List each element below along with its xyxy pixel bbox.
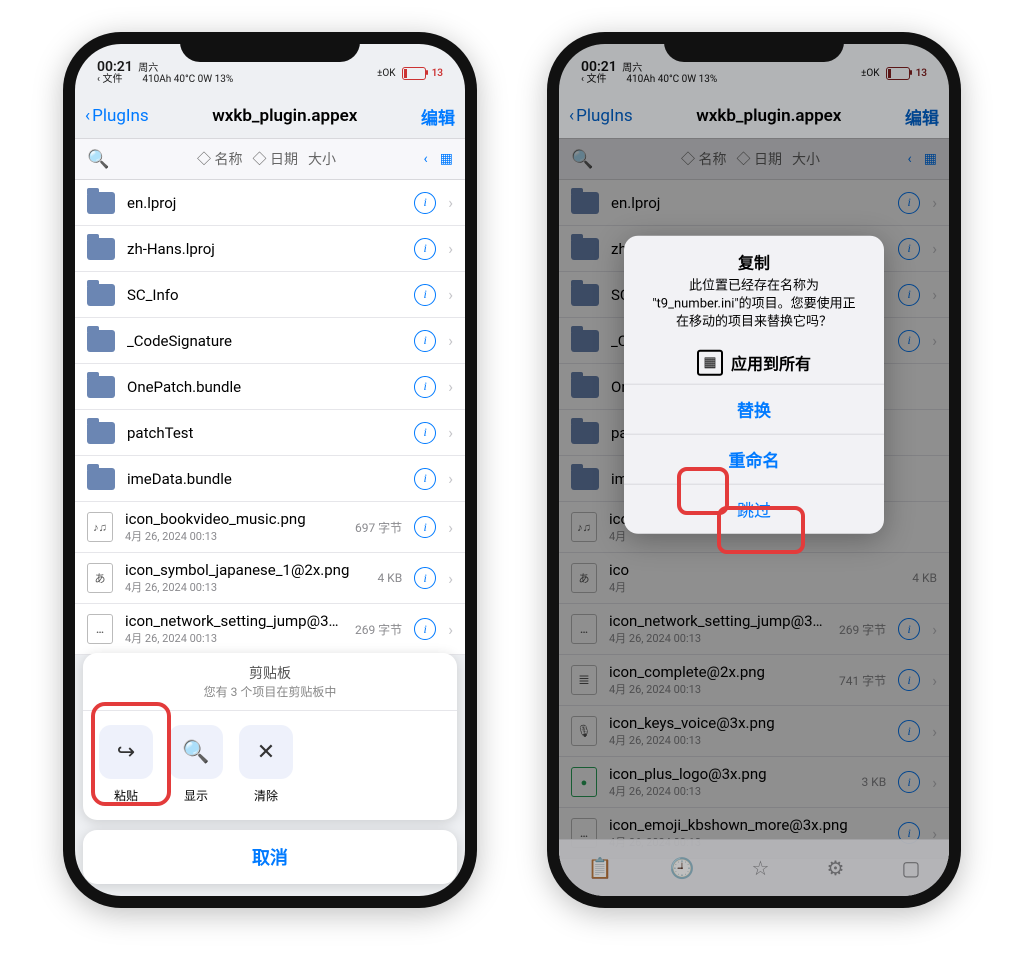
sort-size[interactable]: 大小 — [308, 149, 336, 169]
phone-left: 00:21 周六 ‹ 文件 410Ah 40°C 0W 13% ±OK 13 ‹… — [63, 32, 477, 908]
info-icon[interactable]: i — [414, 468, 436, 490]
info-icon[interactable]: i — [414, 238, 436, 260]
battery-pct: 13 — [432, 68, 443, 79]
folder-icon — [87, 376, 115, 398]
folder-row[interactable]: imeData.bundlei› — [75, 456, 465, 502]
sort-date[interactable]: ◇ 日期 — [252, 149, 297, 169]
chevron-right-icon: › — [448, 518, 453, 537]
search-icon: 🔍 — [169, 725, 223, 779]
chevron-right-icon: › — [448, 620, 453, 639]
chevron-right-icon: › — [448, 377, 453, 396]
nav-bar: ‹ PlugIns wxkb_plugin.appex 编辑 — [75, 94, 465, 138]
status-readings: 410Ah 40°C 0W 13% — [142, 74, 233, 85]
chevron-right-icon: › — [448, 239, 453, 258]
nav-back-button[interactable]: ‹ PlugIns — [85, 106, 149, 126]
highlight-annotation — [717, 506, 805, 554]
status-time: 00:21 — [97, 59, 133, 75]
chevron-right-icon: › — [448, 331, 453, 350]
file-icon — [87, 512, 113, 542]
sheet-subtitle: 您有 3 个项目在剪贴板中 — [95, 683, 445, 700]
file-icon — [87, 614, 113, 644]
folder-row[interactable]: en.lproji› — [75, 180, 465, 226]
folder-icon — [87, 422, 115, 444]
info-icon[interactable]: i — [414, 284, 436, 306]
notch — [664, 32, 844, 62]
rename-button[interactable]: 重命名 — [624, 434, 884, 484]
folder-row[interactable]: zh-Hans.lproji› — [75, 226, 465, 272]
info-icon[interactable]: i — [414, 618, 436, 640]
chevron-right-icon: › — [448, 285, 453, 304]
folder-icon — [87, 192, 115, 214]
file-size: 269 字节 — [355, 621, 402, 638]
checkbox-icon[interactable]: ▦ — [697, 350, 723, 376]
status-ok: ±OK — [377, 68, 396, 79]
grid-view-icon[interactable]: ▦ — [440, 151, 453, 167]
chevron-right-icon: › — [448, 569, 453, 588]
phone-right: 00:21 周六 ‹ 文件 410Ah 40°C 0W 13% ±OK 13 ‹… — [547, 32, 961, 908]
info-icon[interactable]: i — [414, 567, 436, 589]
clear-button[interactable]: ✕清除 — [239, 725, 293, 804]
highlight-annotation — [91, 702, 171, 806]
folder-icon — [87, 468, 115, 490]
nav-title: wxkb_plugin.appex — [212, 106, 357, 126]
file-row[interactable]: icon_bookvideo_music.png4月 26, 2024 00:1… — [75, 502, 465, 553]
file-size: 4 KB — [377, 571, 402, 585]
info-icon[interactable]: i — [414, 376, 436, 398]
status-day: 周六 — [138, 63, 158, 74]
file-icon — [87, 563, 113, 593]
folder-row[interactable]: OnePatch.bundlei› — [75, 364, 465, 410]
close-icon: ✕ — [239, 725, 293, 779]
nav-back-label: PlugIns — [92, 106, 149, 126]
alert-message: 此位置已经存在名称为 "t9_number.ini"的项目。您要使用正 在移动的… — [640, 278, 868, 333]
replace-button[interactable]: 替换 — [624, 384, 884, 434]
file-size: 697 字节 — [355, 519, 402, 536]
apply-all-label: 应用到所有 — [731, 351, 811, 375]
battery-icon — [402, 67, 426, 80]
copy-alert: 复制 此位置已经存在名称为 "t9_number.ini"的项目。您要使用正 在… — [624, 236, 884, 535]
sort-name[interactable]: ◇ 名称 — [197, 149, 242, 169]
show-button[interactable]: 🔍显示 — [169, 725, 223, 804]
info-icon[interactable]: i — [414, 330, 436, 352]
info-icon[interactable]: i — [414, 192, 436, 214]
sheet-title: 剪贴板 — [95, 663, 445, 683]
chevron-right-icon: › — [448, 423, 453, 442]
chevron-right-icon: › — [448, 469, 453, 488]
folder-row[interactable]: _CodeSignaturei› — [75, 318, 465, 364]
cancel-button[interactable]: 取消 — [83, 830, 457, 884]
notch — [180, 32, 360, 62]
apply-to-all-row[interactable]: ▦ 应用到所有 — [624, 342, 884, 384]
info-icon[interactable]: i — [414, 422, 436, 444]
chevron-left-icon[interactable]: ‹ — [424, 151, 428, 167]
folder-icon — [87, 284, 115, 306]
info-icon[interactable]: i — [414, 516, 436, 538]
search-icon[interactable]: 🔍 — [87, 149, 109, 170]
folder-row[interactable]: patchTesti› — [75, 410, 465, 456]
folder-icon — [87, 330, 115, 352]
folder-icon — [87, 238, 115, 260]
file-row[interactable]: icon_network_setting_jump@3x.png4月 26, 2… — [75, 604, 465, 655]
alert-title: 复制 — [640, 250, 868, 274]
sort-bar: 🔍 ◇ 名称 ◇ 日期 大小 ‹ ▦ — [75, 138, 465, 180]
chevron-right-icon: › — [448, 193, 453, 212]
nav-edit-button[interactable]: 编辑 — [421, 104, 455, 129]
file-row[interactable]: icon_symbol_japanese_1@2x.png4月 26, 2024… — [75, 553, 465, 604]
file-list: en.lproji› zh-Hans.lproji› SC_Infoi› _Co… — [75, 180, 465, 655]
folder-row[interactable]: SC_Infoi› — [75, 272, 465, 318]
status-back: 文件 — [102, 74, 122, 85]
